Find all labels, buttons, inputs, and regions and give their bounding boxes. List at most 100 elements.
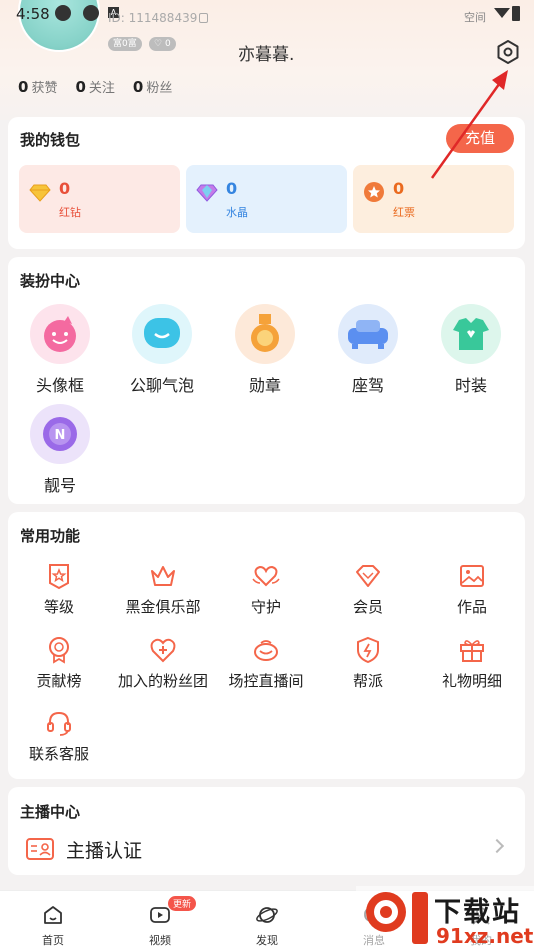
wallet-red-ticket[interactable]: 0 红票 bbox=[353, 165, 514, 233]
home-icon bbox=[44, 906, 62, 924]
wallet-crystal[interactable]: 0 水晶 bbox=[186, 165, 347, 233]
stat-fans[interactable]: 0 粉丝 bbox=[133, 77, 172, 96]
wallet-value: 0 bbox=[393, 179, 405, 198]
notification-icon bbox=[55, 5, 71, 21]
function-label: 作品 bbox=[456, 598, 487, 616]
dressup-avatar-frame[interactable]: 头像框 bbox=[15, 304, 105, 396]
chevron-right-icon bbox=[489, 838, 505, 854]
function-contribution-rank[interactable]: 贡献榜 bbox=[8, 635, 110, 691]
function-label: 礼物明细 bbox=[441, 672, 502, 690]
function-gift-details[interactable]: 礼物明细 bbox=[421, 635, 523, 691]
wealth-badge: 富0富 bbox=[108, 37, 142, 51]
dressup-label: 时装 bbox=[454, 376, 487, 395]
network-label: 空间 bbox=[464, 11, 486, 24]
status-bar: 4:58 A 空间 bbox=[0, 0, 534, 28]
profile-stats: 0 获赞 0 关注 0 粉丝 bbox=[18, 77, 172, 96]
dressup-label: 头像框 bbox=[35, 376, 84, 395]
crown-icon bbox=[151, 566, 175, 586]
wallet-value: 0 bbox=[226, 179, 238, 198]
nickname: 亦暮暮. bbox=[238, 45, 295, 65]
function-label: 黑金俱乐部 bbox=[125, 598, 201, 616]
wifi-icon bbox=[494, 8, 510, 18]
tab-label: 视频 bbox=[149, 934, 171, 947]
dressup-medal[interactable]: 勋章 bbox=[220, 304, 310, 396]
copy-icon[interactable] bbox=[199, 13, 208, 23]
charm-badge-value: 0 bbox=[164, 39, 171, 49]
new-badge: 更新 bbox=[168, 896, 197, 911]
function-works[interactable]: 作品 bbox=[421, 561, 523, 617]
battery-icon bbox=[512, 6, 520, 21]
function-label: 帮派 bbox=[352, 672, 383, 690]
wallet-red-diamond[interactable]: 0 红钻 bbox=[19, 165, 180, 233]
stat-likes[interactable]: 0 获赞 bbox=[18, 77, 57, 96]
function-label: 会员 bbox=[352, 598, 383, 616]
function-label: 等级 bbox=[43, 598, 74, 616]
fan-club-icon bbox=[150, 638, 176, 663]
ticket-icon bbox=[364, 182, 384, 202]
function-joined-fan-clubs[interactable]: 加入的粉丝团 bbox=[112, 635, 214, 691]
tab-discover[interactable]: 发现 bbox=[214, 891, 320, 950]
stat-count: 0 bbox=[132, 78, 144, 96]
level-icon bbox=[49, 564, 69, 590]
function-guard[interactable]: 守护 bbox=[215, 561, 317, 617]
function-gang[interactable]: 帮派 bbox=[317, 635, 419, 691]
image-icon bbox=[460, 565, 484, 587]
stat-following[interactable]: 0 关注 bbox=[75, 77, 114, 96]
svg-text:N: N bbox=[55, 428, 66, 443]
dressup-clothes[interactable]: 时装 bbox=[426, 304, 516, 396]
function-room-control[interactable]: 场控直播间 bbox=[215, 635, 317, 691]
function-customer-service[interactable]: 联系客服 bbox=[8, 708, 110, 764]
function-label: 加入的粉丝团 bbox=[117, 672, 208, 690]
tab-video[interactable]: 视频 bbox=[107, 891, 213, 950]
tab-home[interactable]: 首页 bbox=[0, 891, 106, 950]
host-verification-label: 主播认证 bbox=[66, 840, 143, 862]
avatar-frame-icon bbox=[30, 304, 90, 364]
id-card-icon bbox=[26, 838, 54, 860]
function-label: 联系客服 bbox=[28, 745, 89, 763]
wallet-label: 红钻 bbox=[59, 206, 81, 219]
dressup-chat-bubble[interactable]: 公聊气泡 bbox=[117, 304, 207, 396]
host-verification-row[interactable]: 主播认证 bbox=[26, 835, 514, 863]
member-diamond-icon bbox=[356, 565, 380, 587]
medal-icon bbox=[235, 304, 295, 364]
stat-label: 获赞 bbox=[31, 81, 58, 96]
wallet-value: 0 bbox=[59, 179, 71, 198]
dressup-label: 靓号 bbox=[43, 476, 76, 495]
function-label: 守护 bbox=[250, 598, 281, 616]
tab-label: 首页 bbox=[42, 934, 64, 947]
status-time: 4:58 bbox=[16, 5, 50, 23]
vip-number-icon: N bbox=[30, 404, 90, 464]
notification-icon bbox=[83, 5, 99, 21]
shield-icon bbox=[357, 636, 379, 664]
dressup-title: 装扮中心 bbox=[20, 272, 81, 290]
stat-count: 0 bbox=[75, 78, 86, 96]
headset-icon bbox=[47, 711, 71, 736]
host-center-title: 主播中心 bbox=[20, 803, 81, 821]
diamond-icon bbox=[29, 184, 51, 202]
wallet-title: 我的钱包 bbox=[20, 131, 81, 149]
stat-label: 粉丝 bbox=[146, 81, 173, 96]
recharge-button[interactable]: 充值 bbox=[446, 124, 514, 153]
function-black-gold-club[interactable]: 黑金俱乐部 bbox=[112, 561, 214, 617]
charm-badge: ♡ 0 bbox=[149, 37, 176, 51]
user-id: ID: 111488439 bbox=[108, 11, 198, 25]
tab-label: 发现 bbox=[256, 934, 278, 947]
settings-gear-icon[interactable] bbox=[495, 39, 521, 65]
room-control-icon bbox=[254, 640, 278, 661]
watermark-url: 91xz.net bbox=[436, 924, 534, 948]
dressup-label: 公聊气泡 bbox=[129, 376, 194, 395]
wallet-label: 红票 bbox=[393, 206, 415, 219]
dressup-vip-number[interactable]: N 靓号 bbox=[15, 404, 105, 496]
function-level[interactable]: 等级 bbox=[8, 561, 110, 617]
car-icon bbox=[338, 304, 398, 364]
chat-bubble-icon bbox=[132, 304, 192, 364]
dressup-label: 勋章 bbox=[248, 376, 281, 395]
stat-count: 0 bbox=[18, 78, 29, 96]
dressup-car[interactable]: 座驾 bbox=[323, 304, 413, 396]
gift-icon bbox=[460, 640, 484, 662]
function-label: 贡献榜 bbox=[36, 672, 82, 690]
guard-heart-icon bbox=[252, 565, 280, 587]
function-member[interactable]: 会员 bbox=[317, 561, 419, 617]
function-label: 场控直播间 bbox=[228, 672, 304, 690]
dressup-label: 座驾 bbox=[351, 376, 384, 395]
